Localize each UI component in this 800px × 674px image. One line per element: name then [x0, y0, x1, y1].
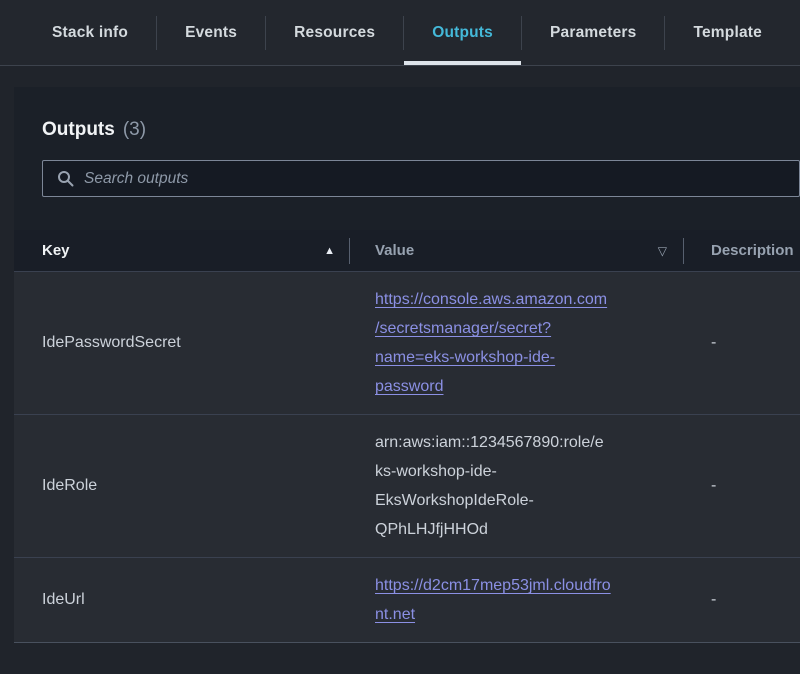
column-divider	[349, 238, 350, 264]
tab-label: Template	[693, 24, 762, 42]
panel-title: Outputs	[42, 117, 115, 143]
output-value-cell: https://console.aws.amazon.com/secretsma…	[349, 272, 683, 414]
tab-label: Outputs	[432, 24, 493, 42]
tab-outputs[interactable]: Outputs	[404, 0, 521, 65]
column-label: Value	[375, 242, 414, 259]
outputs-table: Key ▲ Value ▽ Description IdePasswordSec…	[14, 230, 800, 643]
column-label: Key	[42, 242, 70, 259]
sort-descending-outline-icon: ▽	[658, 244, 667, 258]
output-key: IdeUrl	[14, 591, 349, 609]
table-header-row: Key ▲ Value ▽ Description	[14, 230, 800, 272]
output-value-link[interactable]: https://d2cm17mep53jml.cloudfront.net	[375, 571, 611, 629]
output-value-cell: https://d2cm17mep53jml.cloudfront.net	[349, 558, 683, 642]
search-outputs-input[interactable]	[84, 161, 799, 196]
output-description: -	[683, 334, 800, 352]
column-label: Description	[711, 242, 794, 259]
output-key: IdePasswordSecret	[14, 334, 349, 352]
panel-header: Outputs (3)	[14, 87, 800, 197]
outputs-panel: Outputs (3) Key ▲ Value ▽ Descripti	[14, 87, 800, 643]
table-row: IdeUrl https://d2cm17mep53jml.cloudfront…	[14, 558, 800, 643]
tab-events[interactable]: Events	[157, 0, 265, 65]
output-key: IdeRole	[14, 477, 349, 495]
output-description: -	[683, 477, 800, 495]
tab-parameters[interactable]: Parameters	[522, 0, 664, 65]
tab-resources[interactable]: Resources	[266, 0, 403, 65]
column-header-key[interactable]: Key ▲	[14, 230, 349, 271]
tab-label: Resources	[294, 24, 375, 42]
output-value-cell: arn:aws:iam::1234567890:role/eks-worksho…	[349, 415, 683, 557]
table-row: IdePasswordSecret https://console.aws.am…	[14, 272, 800, 415]
search-icon	[57, 170, 74, 187]
tab-label: Parameters	[550, 24, 636, 42]
output-value-text: arn:aws:iam::1234567890:role/eks-worksho…	[375, 428, 611, 544]
column-divider	[683, 238, 684, 264]
tab-label: Events	[185, 24, 237, 42]
tab-stack-info[interactable]: Stack info	[24, 0, 156, 65]
panel-title-row: Outputs (3)	[42, 117, 800, 143]
tab-bar: Stack info Events Resources Outputs Para…	[0, 0, 800, 66]
output-value-link[interactable]: https://console.aws.amazon.com/secretsma…	[375, 285, 611, 401]
column-header-description[interactable]: Description	[683, 230, 800, 271]
output-description: -	[683, 591, 800, 609]
column-header-value[interactable]: Value ▽	[349, 230, 683, 271]
search-outputs-box[interactable]	[42, 160, 800, 197]
table-row: IdeRole arn:aws:iam::1234567890:role/eks…	[14, 415, 800, 558]
tab-label: Stack info	[52, 24, 128, 42]
outputs-count-badge: (3)	[123, 117, 146, 143]
tab-template[interactable]: Template	[665, 0, 790, 65]
sort-ascending-icon: ▲	[324, 245, 335, 257]
